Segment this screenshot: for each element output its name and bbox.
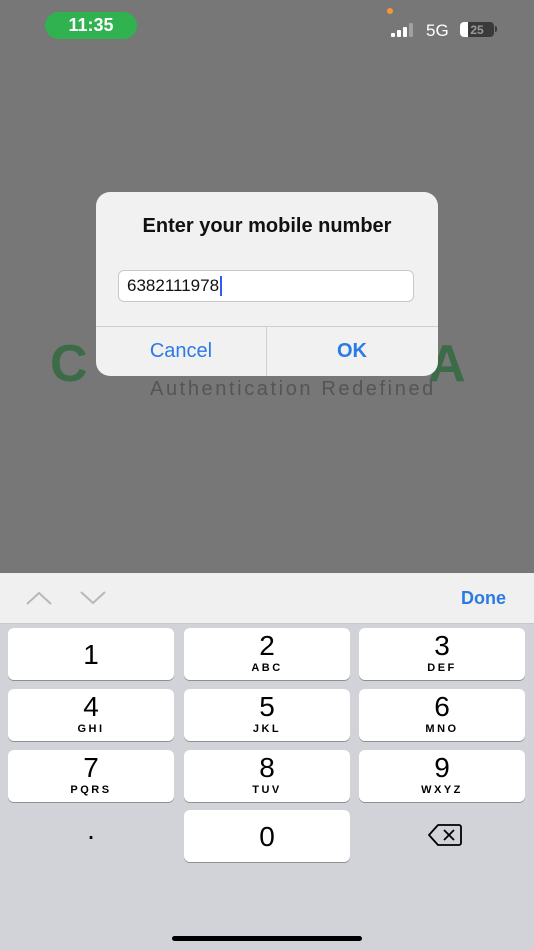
home-indicator[interactable]: [172, 936, 362, 941]
network-type: 5G: [426, 21, 449, 40]
key-letters: ABC: [251, 662, 283, 674]
key-digit: 6: [434, 691, 450, 722]
key-6[interactable]: 6 MNO: [359, 689, 525, 741]
alert-dialog: Enter your mobile number 6382111978 Canc…: [96, 192, 438, 376]
key-digit: 3: [434, 630, 450, 661]
key-2[interactable]: 2 ABC: [184, 628, 350, 680]
text-cursor: [220, 276, 223, 296]
delete-icon[interactable]: [428, 824, 462, 846]
key-letters: WXYZ: [421, 784, 463, 796]
key-9[interactable]: 9 WXYZ: [359, 750, 525, 802]
signal-icon: [391, 23, 413, 37]
cancel-button[interactable]: Cancel: [96, 327, 266, 376]
key-letters: TUV: [252, 784, 282, 796]
logo-letter-left: C: [50, 335, 90, 393]
logo-tagline: Authentication Redefined: [150, 378, 436, 400]
key-letters: PQRS: [70, 784, 112, 796]
decimal-key[interactable]: .: [8, 810, 174, 862]
battery-level: 25: [470, 22, 484, 37]
key-1[interactable]: 1: [8, 628, 174, 680]
key-digit: 4: [83, 691, 99, 722]
key-digit: 9: [434, 752, 450, 783]
key-letters: GHI: [77, 723, 105, 735]
key-digit: 8: [259, 752, 275, 783]
key-digit: 5: [259, 691, 275, 722]
chevron-down-icon[interactable]: [79, 590, 107, 606]
key-digit: 1: [83, 639, 99, 670]
dialog-title: Enter your mobile number: [142, 215, 392, 237]
key-3[interactable]: 3 DEF: [359, 628, 525, 680]
done-button[interactable]: Done: [461, 588, 506, 609]
mic-indicator-icon: [387, 8, 393, 14]
key-7[interactable]: 7 PQRS: [8, 750, 174, 802]
key-letters: DEF: [427, 662, 457, 674]
key-4[interactable]: 4 GHI: [8, 689, 174, 741]
key-digit: 2: [259, 630, 275, 661]
key-digit: 7: [83, 752, 99, 783]
key-5[interactable]: 5 JKL: [184, 689, 350, 741]
key-digit: 0: [259, 821, 275, 852]
mobile-number-input[interactable]: 6382111978: [118, 270, 414, 302]
ok-button[interactable]: OK: [267, 327, 437, 376]
key-8[interactable]: 8 TUV: [184, 750, 350, 802]
key-letters: MNO: [425, 723, 459, 735]
input-value: 6382111978: [127, 276, 220, 295]
battery-icon: 25: [460, 22, 494, 37]
status-time: 11:35: [45, 12, 137, 39]
key-0[interactable]: 0: [184, 810, 350, 862]
chevron-up-icon[interactable]: [25, 590, 53, 606]
key-letters: JKL: [252, 723, 282, 735]
